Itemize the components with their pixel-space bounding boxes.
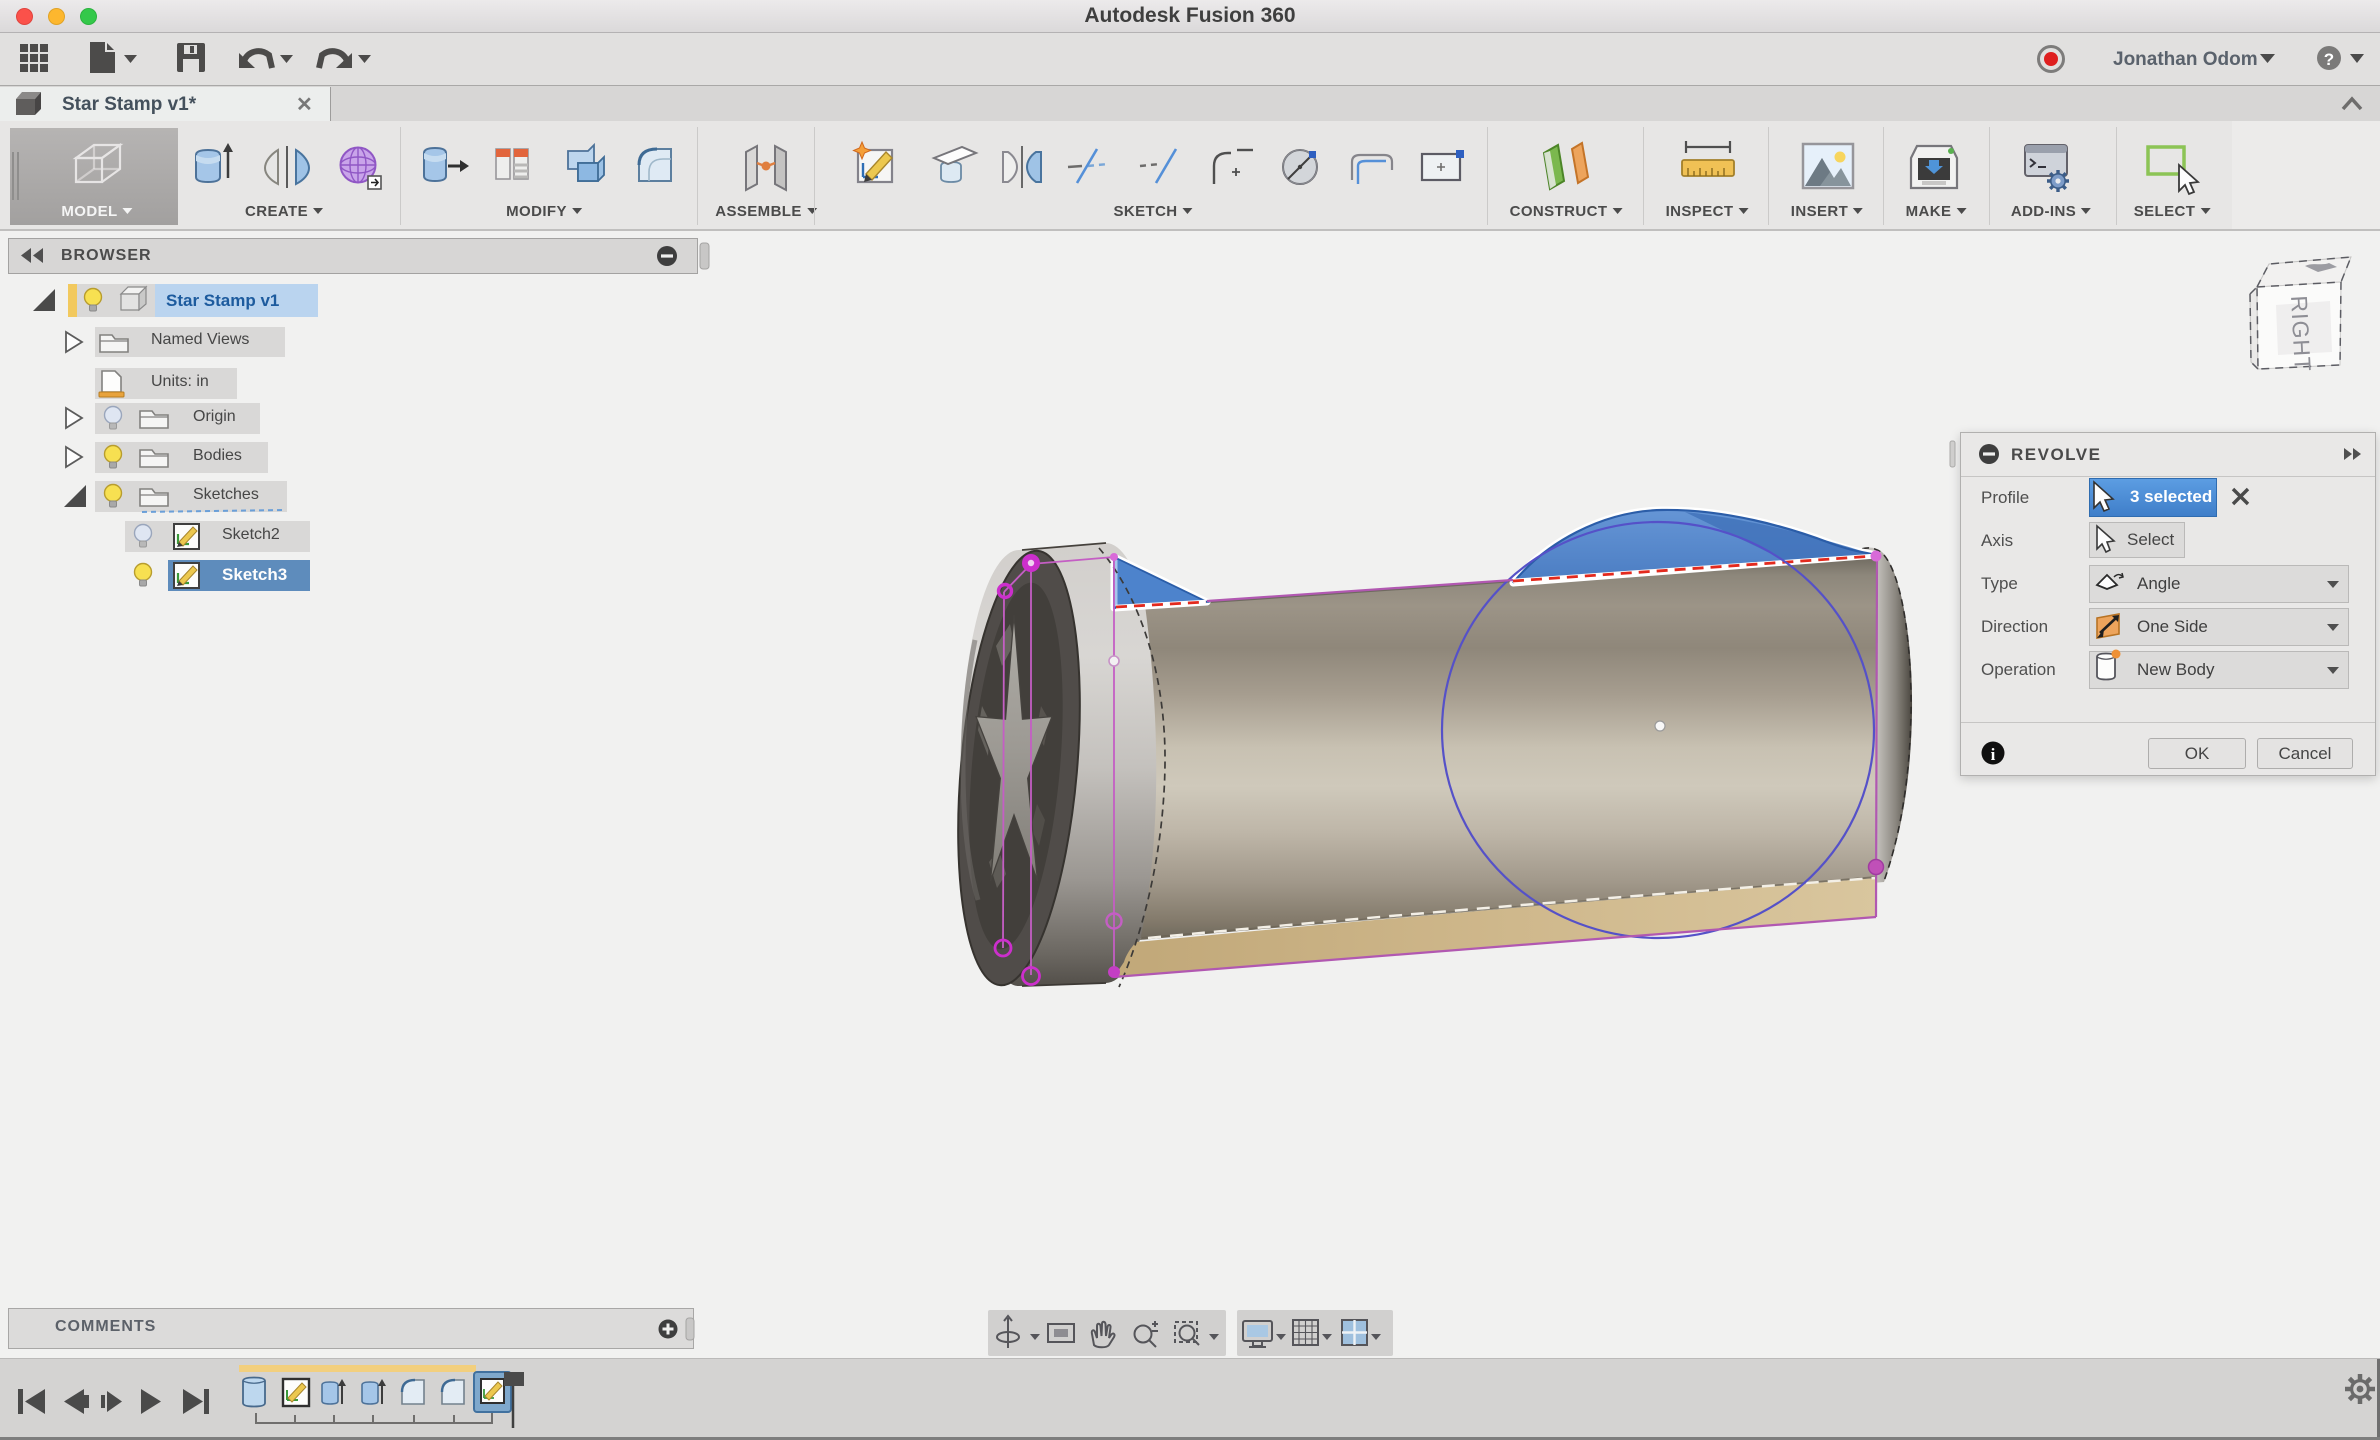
svg-text:RIGHT: RIGHT bbox=[2286, 295, 2316, 373]
